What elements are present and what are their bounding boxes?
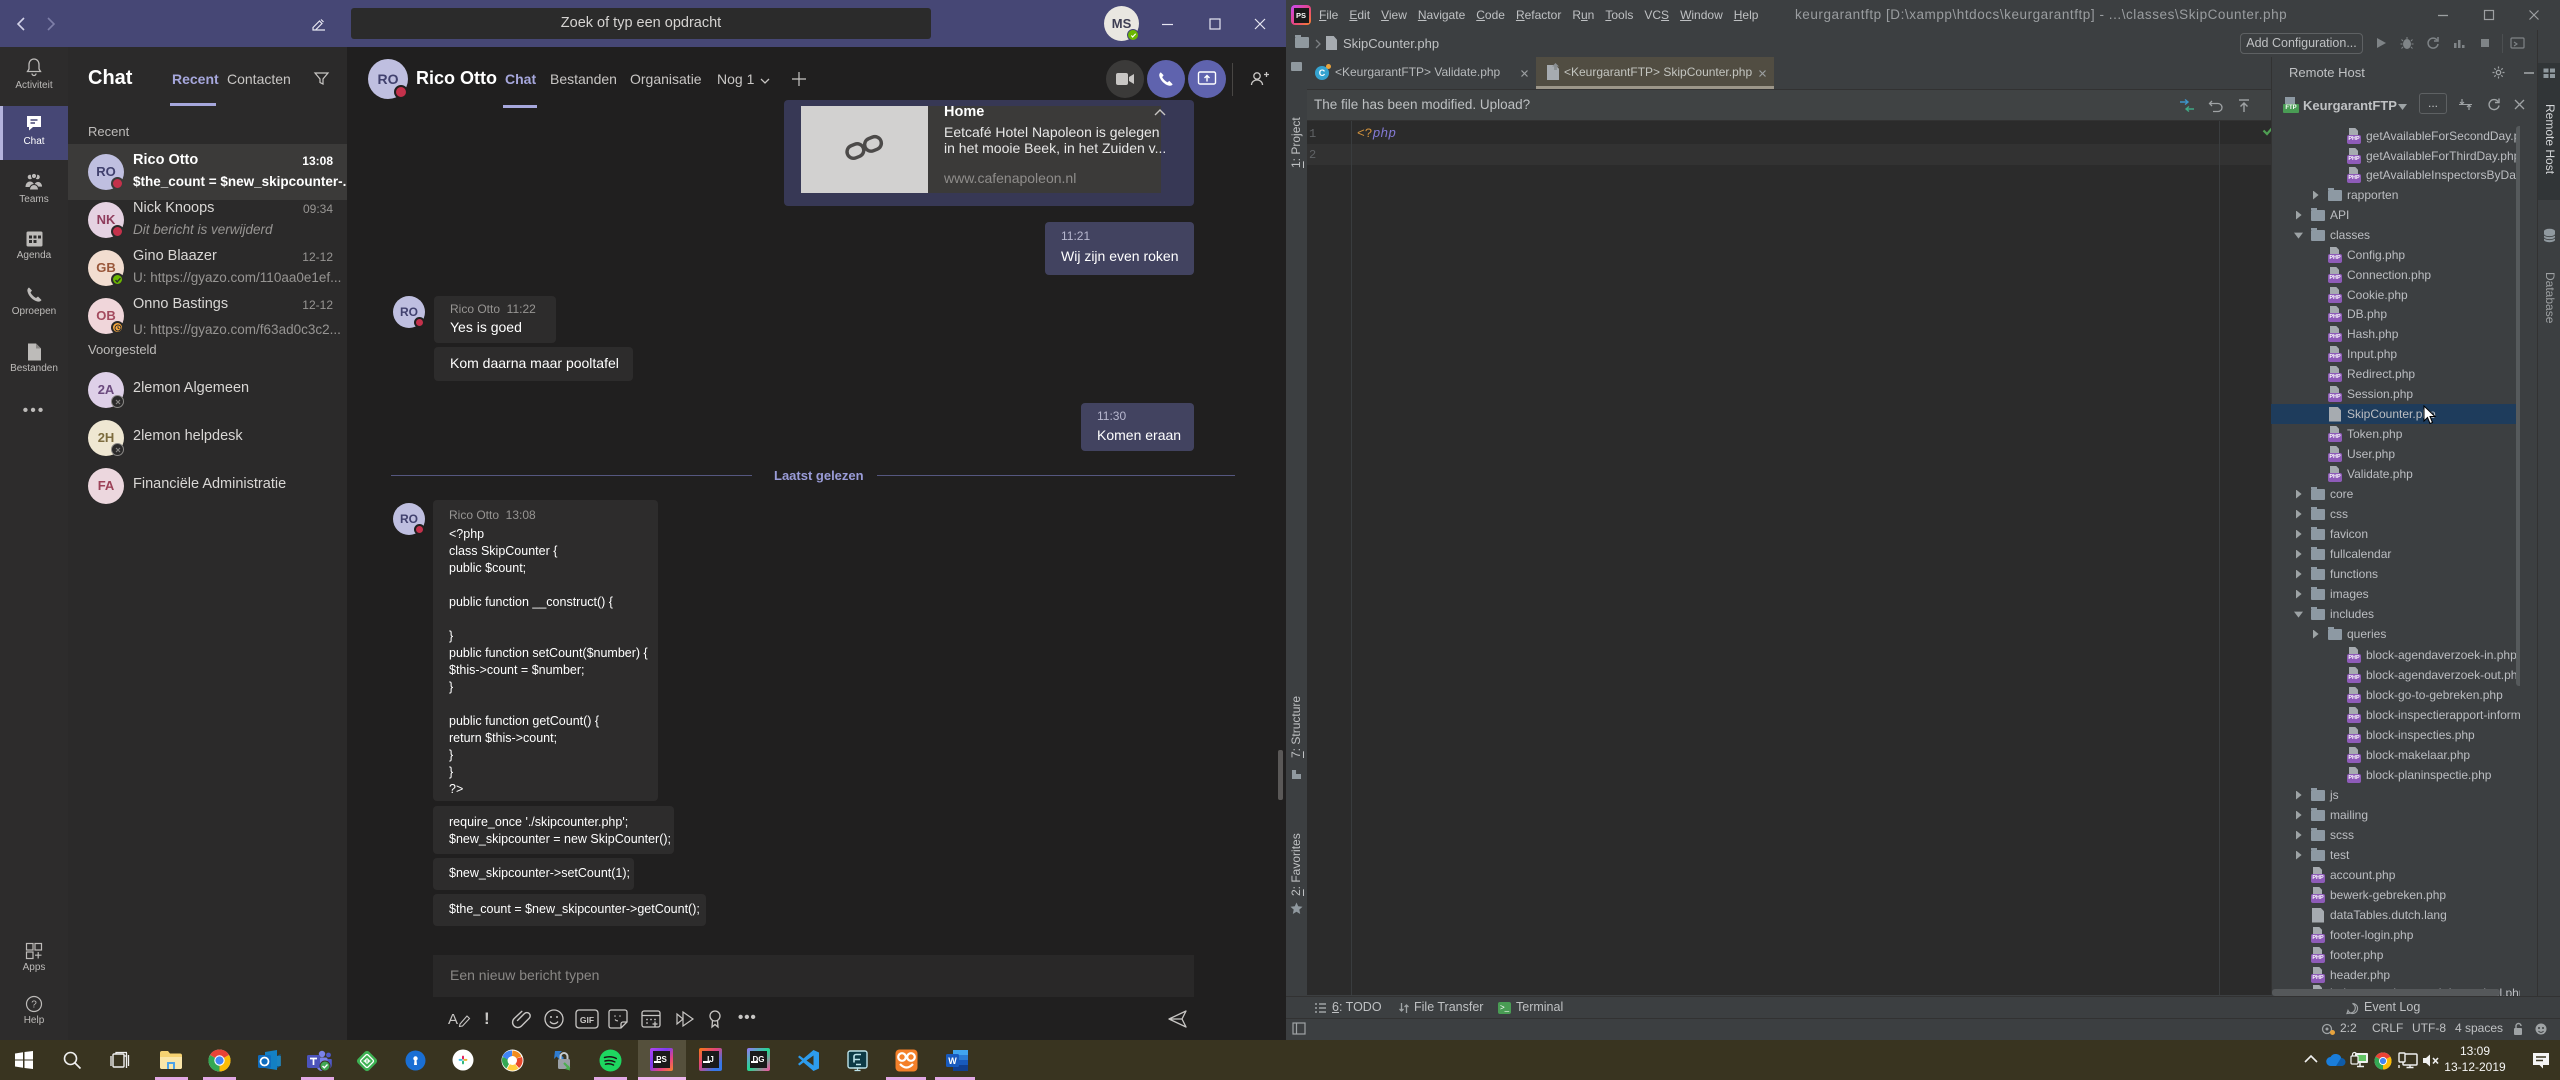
svg-text:A: A [448, 1011, 458, 1028]
svg-text:?: ? [31, 1000, 37, 1011]
svg-text:GIF: GIF [580, 1015, 594, 1025]
svg-text:W: W [948, 1056, 957, 1066]
